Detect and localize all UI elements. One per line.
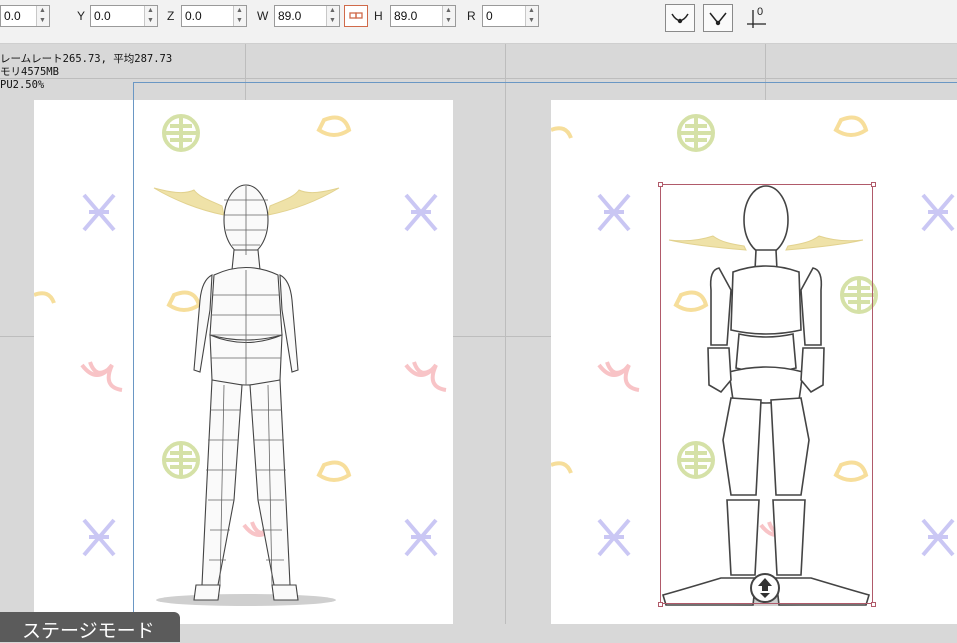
- stage-mode-tab[interactable]: ステージモード: [0, 612, 180, 642]
- spin-up-icon[interactable]: ▲: [147, 7, 154, 15]
- spin-up-icon[interactable]: ▲: [39, 7, 46, 15]
- spin-down-icon[interactable]: ▼: [39, 17, 46, 25]
- axis-origin-button[interactable]: 0: [744, 4, 770, 32]
- frame-rate-text: レームレート265.73, 平均287.73: [0, 53, 173, 65]
- spin-down-icon[interactable]: ▼: [329, 17, 336, 25]
- curve-down-icon: [671, 13, 689, 24]
- memory-text: モリ4575MB: [0, 66, 59, 78]
- bounding-box[interactable]: [660, 184, 873, 604]
- curve-tool-button[interactable]: [665, 4, 695, 32]
- z-input[interactable]: [185, 9, 225, 23]
- r-input[interactable]: [486, 9, 526, 23]
- y-field: Y ▲▼: [74, 5, 158, 27]
- link-aspect-icon: [349, 12, 363, 19]
- vertex-v-icon: [709, 12, 727, 26]
- y-input-box[interactable]: ▲▼: [90, 5, 158, 27]
- w-spinner[interactable]: ▲ ▼: [326, 6, 339, 26]
- h-input[interactable]: [394, 9, 434, 23]
- r-label: R: [467, 9, 476, 23]
- r-spinner[interactable]: ▲ ▼: [525, 6, 538, 26]
- move-arrow-icon: [758, 578, 772, 598]
- z-spinner[interactable]: ▲ ▼: [233, 6, 246, 26]
- bottom-strip: [180, 624, 957, 640]
- spin-up-icon[interactable]: ▲: [445, 7, 452, 15]
- spin-down-icon[interactable]: ▼: [236, 17, 243, 25]
- spin-up-icon[interactable]: ▲: [236, 7, 243, 15]
- z-input-box[interactable]: ▲▼: [181, 5, 247, 27]
- h-field: H ▲▼: [372, 5, 456, 27]
- x-spinner[interactable]: ▲ ▼: [36, 6, 49, 26]
- spin-down-icon[interactable]: ▼: [445, 17, 452, 25]
- h-spinner[interactable]: ▲ ▼: [442, 6, 455, 26]
- z-label: Z: [167, 9, 175, 23]
- vertex-tool-button[interactable]: [703, 4, 733, 32]
- spin-up-icon[interactable]: ▲: [329, 7, 336, 15]
- w-label: W: [257, 9, 269, 23]
- r-field: R ▲▼: [465, 5, 539, 27]
- move-handle-button[interactable]: [750, 573, 780, 603]
- h-label: H: [374, 9, 383, 23]
- stage-viewport[interactable]: レームレート265.73, 平均287.73 モリ4575MB PU2.50%: [0, 44, 957, 640]
- w-input-box[interactable]: ▲▼: [274, 5, 340, 27]
- resize-handle-top-right[interactable]: [871, 182, 876, 187]
- x-field: ▲▼: [0, 5, 50, 27]
- axis-origin-label: 0: [757, 6, 764, 18]
- spin-up-icon[interactable]: ▲: [528, 7, 535, 15]
- y-spinner[interactable]: ▲ ▼: [144, 6, 157, 26]
- toolbar: ▲▼ Y ▲▼ Z ▲▼ W ▲▼ H ▲▼: [0, 0, 957, 44]
- resize-handle-bottom-right[interactable]: [871, 602, 876, 607]
- link-aspect-button[interactable]: [344, 5, 368, 27]
- stage-mode-label: ステージモード: [22, 621, 155, 642]
- r-input-box[interactable]: ▲▼: [482, 5, 539, 27]
- z-field: Z ▲▼: [164, 5, 247, 27]
- spin-down-icon[interactable]: ▼: [147, 17, 154, 25]
- x-input-box[interactable]: ▲▼: [0, 5, 50, 27]
- resize-handle-top-left[interactable]: [658, 182, 663, 187]
- resize-handle-bottom-left[interactable]: [658, 602, 663, 607]
- h-input-box[interactable]: ▲▼: [390, 5, 456, 27]
- y-label: Y: [77, 9, 86, 23]
- w-field: W ▲▼: [255, 5, 340, 27]
- spin-down-icon[interactable]: ▼: [528, 17, 535, 25]
- y-input[interactable]: [94, 9, 134, 23]
- w-input[interactable]: [278, 9, 318, 23]
